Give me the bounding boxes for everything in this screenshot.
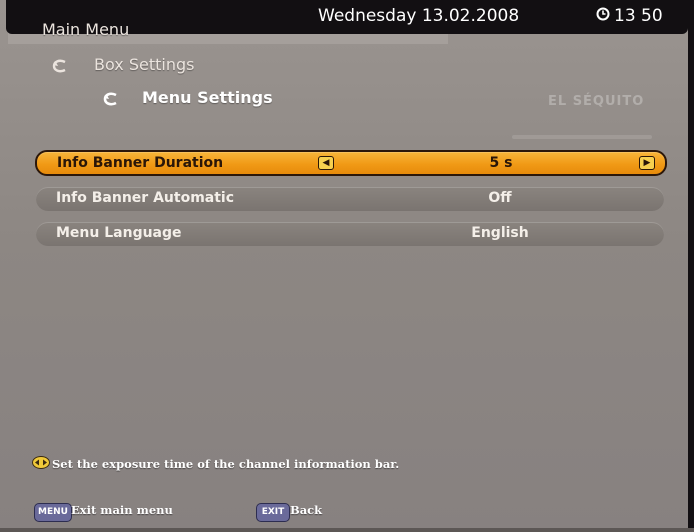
right-arrow-icon[interactable]: ▶	[639, 156, 655, 170]
breadcrumb-box-settings[interactable]: Box Settings	[94, 55, 194, 74]
watermark-logo: EL SÉQUITO	[548, 94, 645, 109]
date-display: Wednesday 13.02.2008	[318, 6, 520, 26]
breadcrumb-main-menu[interactable]: Main Menu	[42, 20, 129, 39]
menu-button[interactable]: MENU	[34, 503, 72, 522]
breadcrumb-menu-settings: Menu Settings	[142, 88, 273, 107]
setting-row-info-banner-automatic[interactable]: Info Banner Automatic Off	[36, 187, 664, 211]
exit-main-menu-label: Exit main menu	[71, 503, 173, 517]
left-right-nav-icon	[32, 456, 50, 469]
setting-row-menu-language[interactable]: Menu Language English	[36, 222, 664, 246]
watermark-subtitle	[512, 135, 652, 139]
help-text: Set the exposure time of the channel inf…	[52, 457, 400, 471]
setting-value: English	[471, 225, 529, 241]
right-frame	[688, 0, 694, 532]
bottom-frame	[0, 528, 694, 532]
setting-value: Off	[488, 190, 512, 206]
time-display: 13 50	[614, 6, 663, 26]
curved-arrow-icon	[103, 92, 117, 106]
setting-value: 5 s	[489, 155, 513, 171]
exit-button[interactable]: EXIT	[256, 503, 290, 522]
setting-row-info-banner-duration[interactable]: Info Banner Duration ◀ 5 s ▶	[35, 150, 667, 176]
back-label: Back	[290, 503, 323, 517]
clock-icon	[596, 7, 610, 21]
curved-arrow-icon	[52, 59, 66, 73]
tv-screen	[0, 0, 694, 532]
